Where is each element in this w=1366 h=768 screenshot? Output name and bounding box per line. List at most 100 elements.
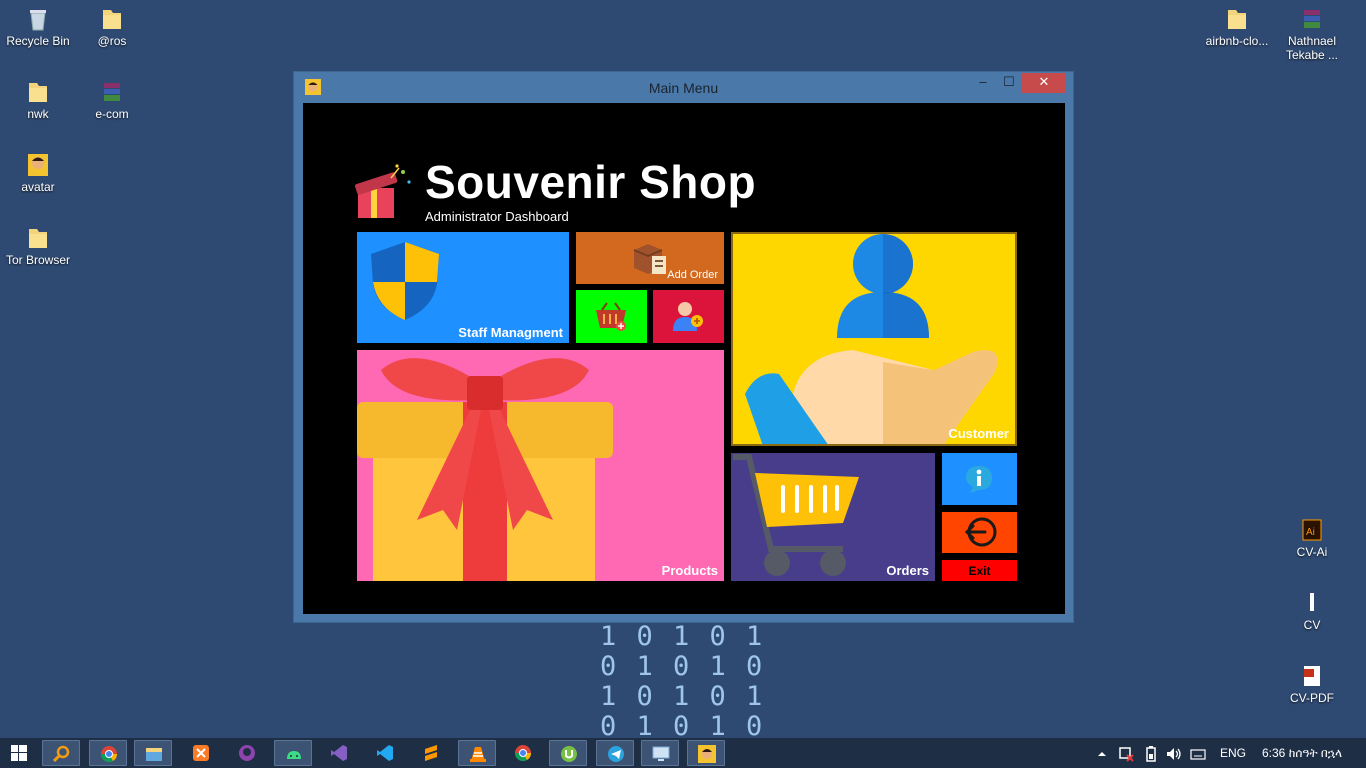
desktop-icon-label: e-com bbox=[95, 107, 129, 121]
gift-logo-icon bbox=[355, 164, 411, 218]
pdf-file-icon bbox=[1304, 666, 1320, 686]
keyboard-icon[interactable] bbox=[1190, 746, 1206, 762]
vscode-icon bbox=[377, 745, 393, 761]
svg-text:Ai: Ai bbox=[1306, 527, 1315, 538]
taskbar-chrome-2[interactable] bbox=[504, 740, 542, 766]
system-clock[interactable]: 6:36 ከሰዓት በኋላ bbox=[1262, 746, 1342, 761]
taskbar-android-studio[interactable] bbox=[274, 740, 312, 766]
logout-icon bbox=[964, 517, 997, 547]
vlc-icon bbox=[470, 747, 486, 762]
avatar-image-icon bbox=[28, 154, 48, 176]
folder-icon bbox=[1228, 10, 1246, 29]
box-checklist-icon bbox=[633, 244, 666, 274]
desktop-icon-cv-ai[interactable]: Ai CV-Ai bbox=[1274, 517, 1350, 559]
recycle-bin-icon bbox=[30, 10, 46, 31]
battery-icon[interactable] bbox=[1143, 746, 1159, 762]
dashboard-panel: Souvenir Shop Administrator Dashboard St… bbox=[303, 103, 1065, 614]
language-indicator[interactable]: ENG bbox=[1220, 746, 1246, 760]
illustrator-file-icon: Ai bbox=[1302, 519, 1322, 541]
desktop-icon-label: airbnb-clo... bbox=[1205, 34, 1269, 48]
info-icon bbox=[966, 466, 992, 493]
taskbar-visual-studio[interactable] bbox=[320, 740, 358, 766]
info-tile[interactable] bbox=[942, 453, 1017, 505]
chrome-icon bbox=[100, 746, 118, 763]
desktop-icon-recycle-bin[interactable]: Recycle Bin bbox=[0, 6, 76, 48]
winrar-archive-icon bbox=[104, 83, 120, 101]
products-label: Products bbox=[661, 563, 718, 578]
desktop-icon-label: @ros bbox=[97, 34, 127, 48]
desktop-icon-airbnb-clone[interactable]: airbnb-clo... bbox=[1199, 6, 1275, 48]
taskbar-vscode[interactable] bbox=[366, 740, 404, 766]
desktop-icon-label: Nathnael Tekabe ... bbox=[1285, 34, 1339, 62]
desktop-icon-tor-browser[interactable]: Tor Browser bbox=[0, 225, 76, 267]
folder-icon bbox=[103, 10, 121, 29]
close-button[interactable]: ✕ bbox=[1022, 73, 1066, 93]
customer-label: Customer bbox=[948, 426, 1009, 441]
taskbar-github[interactable] bbox=[228, 740, 266, 766]
xampp-icon bbox=[193, 745, 209, 761]
add-user-tile[interactable] bbox=[653, 290, 724, 343]
logout-tile[interactable] bbox=[942, 512, 1017, 553]
taskbar-sublime[interactable] bbox=[412, 740, 450, 766]
visual-studio-icon bbox=[331, 745, 347, 761]
desktop-icon-label: nwk bbox=[27, 107, 49, 121]
add-user-icon bbox=[673, 302, 703, 331]
add-cart-tile[interactable] bbox=[576, 290, 647, 343]
taskbar-xampp[interactable] bbox=[182, 740, 220, 766]
taskbar-chrome[interactable] bbox=[89, 740, 127, 766]
window-title: Main Menu bbox=[648, 80, 719, 96]
window-titlebar[interactable]: Main Menu – ☐ ✕ bbox=[294, 72, 1073, 102]
exit-label: Exit bbox=[968, 564, 991, 578]
products-tile[interactable]: Products bbox=[357, 350, 724, 581]
orders-label: Orders bbox=[886, 563, 929, 578]
file-explorer-icon bbox=[146, 748, 162, 761]
android-studio-icon bbox=[287, 751, 301, 759]
basket-add-icon bbox=[596, 302, 626, 331]
taskbar-vlc[interactable] bbox=[458, 740, 496, 766]
taskbar-utorrent[interactable] bbox=[549, 740, 587, 766]
desktop-icon-label: Recycle Bin bbox=[6, 34, 70, 48]
taskbar-file-explorer[interactable] bbox=[134, 740, 172, 766]
desktop-icon-ros[interactable]: @ros bbox=[74, 6, 150, 48]
desktop-icon-cv[interactable]: CV bbox=[1274, 590, 1350, 632]
wallpaper-binary: 1 0 1 0 1 0 1 0 1 0 1 0 1 0 1 0 1 0 1 0 bbox=[600, 622, 775, 742]
sublime-icon bbox=[425, 745, 437, 761]
brand-title: Souvenir Shop bbox=[425, 156, 757, 208]
customer-hand-icon bbox=[745, 234, 998, 444]
maximize-button[interactable]: ☐ bbox=[1000, 73, 1018, 93]
desktop-icon-avatar[interactable]: avatar bbox=[0, 152, 76, 194]
gift-box-icon bbox=[357, 358, 613, 581]
volume-icon[interactable] bbox=[1166, 746, 1182, 762]
taskbar-search[interactable] bbox=[42, 740, 80, 766]
main-menu-window: Main Menu – ☐ ✕ Souvenir Shop Administra… bbox=[293, 71, 1074, 623]
desktop-icon-nathnael[interactable]: Nathnael Tekabe ... bbox=[1274, 6, 1350, 62]
binary-row: 0 1 0 1 0 bbox=[600, 651, 765, 682]
desktop-icon-nwk[interactable]: nwk bbox=[0, 79, 76, 121]
taskbar-telegram[interactable] bbox=[596, 740, 634, 766]
binary-row: 1 0 1 0 1 bbox=[600, 681, 765, 712]
exit-button[interactable]: Exit bbox=[942, 560, 1017, 581]
staff-management-label: Staff Managment bbox=[458, 325, 563, 340]
folder-icon bbox=[29, 229, 47, 248]
desktop-icon-cv-pdf[interactable]: CV-PDF bbox=[1274, 663, 1350, 705]
taskbar-souvenir-app[interactable] bbox=[687, 740, 725, 766]
staff-management-tile[interactable]: Staff Managment bbox=[357, 232, 569, 343]
search-icon bbox=[53, 745, 70, 763]
orders-tile[interactable]: Orders bbox=[731, 453, 935, 581]
remote-desktop-icon bbox=[652, 746, 670, 761]
taskbar: ENG 6:36 ከሰዓት በኋላ bbox=[0, 738, 1366, 768]
brand-subtitle: Administrator Dashboard bbox=[425, 209, 569, 224]
desktop-icon-label: avatar bbox=[21, 180, 55, 194]
chevron-up-icon[interactable] bbox=[1097, 749, 1107, 759]
minimize-button[interactable]: – bbox=[974, 73, 992, 93]
desktop-icon-label: CV-Ai bbox=[1296, 545, 1328, 559]
network-disconnected-icon[interactable] bbox=[1118, 746, 1134, 762]
souvenir-app-icon bbox=[698, 745, 716, 763]
customer-tile[interactable]: Customer bbox=[731, 232, 1017, 446]
shopping-cart-icon bbox=[733, 454, 859, 576]
taskbar-remote-desktop[interactable] bbox=[641, 740, 679, 766]
windows-start-icon[interactable] bbox=[11, 745, 27, 761]
add-order-tile[interactable]: Add Order bbox=[576, 232, 724, 284]
shield-icon bbox=[371, 242, 439, 320]
desktop-icon-e-com[interactable]: e-com bbox=[74, 79, 150, 121]
